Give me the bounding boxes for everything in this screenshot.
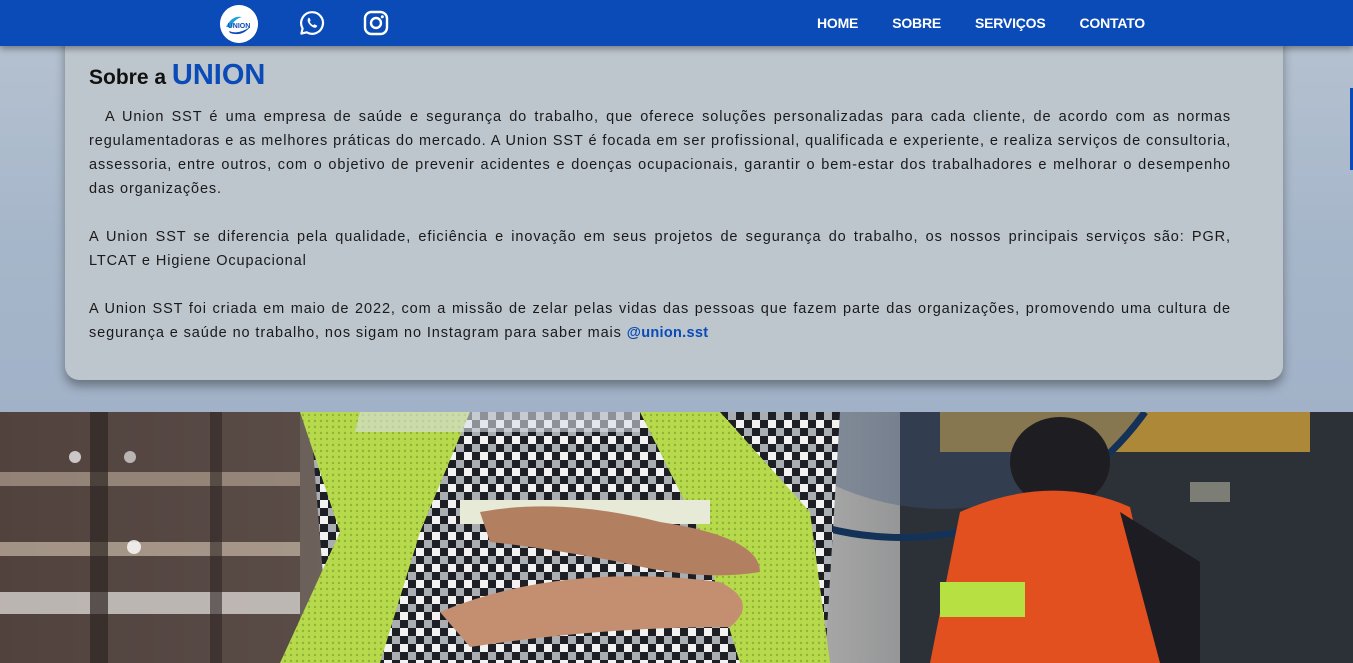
about-title: Sobre a UNION [89, 58, 265, 95]
hero-image [0, 412, 1353, 663]
whatsapp-link[interactable] [299, 10, 325, 36]
instagram-link[interactable] [363, 10, 389, 36]
about-paragraph-2: A Union SST se diferencia pela qualidade… [89, 229, 1231, 269]
nav-link-servicos[interactable]: SERVIÇOS [975, 15, 1046, 31]
instagram-handle-link[interactable]: @union.sst [627, 325, 709, 341]
whatsapp-icon [300, 11, 325, 35]
about-paragraph-3: A Union SST foi criada em maio de 2022, … [89, 297, 1231, 345]
nav-link-contato[interactable]: CONTATO [1080, 15, 1146, 31]
safety-workers-photo [0, 412, 1353, 663]
about-title-prefix: Sobre a [89, 66, 167, 89]
nav-menu: HOME SOBRE SERVIÇOS CONTATO [800, 0, 1162, 46]
about-text: A Union SST é uma empresa de saúde e seg… [89, 105, 1231, 369]
union-logo-icon: UNION [220, 5, 258, 43]
instagram-icon [363, 10, 389, 36]
union-logo[interactable]: UNION [220, 5, 258, 43]
navbar: UNION HOME SOBRE SERVIÇOS CONTATO [0, 0, 1353, 46]
about-section: Sobre a UNION A Union SST é uma empresa … [65, 30, 1283, 380]
nav-link-sobre[interactable]: SOBRE [892, 15, 941, 31]
about-paragraph-1: A Union SST é uma empresa de saúde e seg… [89, 109, 1231, 197]
about-title-brand: UNION [171, 59, 266, 91]
logo-text: UNION [228, 23, 251, 30]
nav-link-home[interactable]: HOME [817, 15, 858, 31]
